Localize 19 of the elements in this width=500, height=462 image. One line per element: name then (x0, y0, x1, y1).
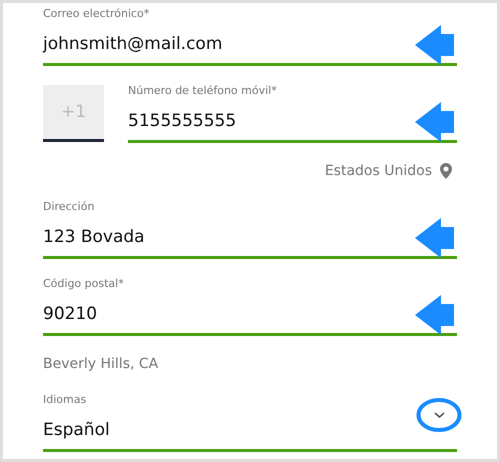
field-label: Idiomas (43, 392, 86, 408)
location-pin-icon (440, 163, 452, 179)
field-label: Correo electrónico* (43, 6, 150, 22)
field-value: Español (43, 419, 110, 442)
field-label: Número de teléfono móvil* (128, 83, 277, 99)
chevron-down-icon (434, 412, 445, 419)
city-text: Beverly Hills, CA (43, 356, 158, 372)
field-value: 123 Bovada (43, 226, 145, 249)
field-value: johnsmith@mail.com (43, 33, 222, 56)
language-select[interactable]: Idiomas Español (43, 392, 457, 452)
input-field[interactable]: Dirección 123 Bovada (43, 199, 457, 259)
field-value: 90210 (43, 303, 98, 326)
field-value: 5155555555 (128, 110, 236, 133)
field-label: Dirección (43, 199, 94, 215)
input-field[interactable]: Código postal* 90210 (43, 276, 457, 336)
input-field[interactable]: Número de teléfono móvil* 5155555555 (128, 83, 457, 143)
country-text: Estados Unidos (324, 163, 432, 179)
input-field[interactable]: Correo electrónico* johnsmith@mail.com (43, 6, 457, 66)
field-label: Código postal* (43, 276, 124, 292)
